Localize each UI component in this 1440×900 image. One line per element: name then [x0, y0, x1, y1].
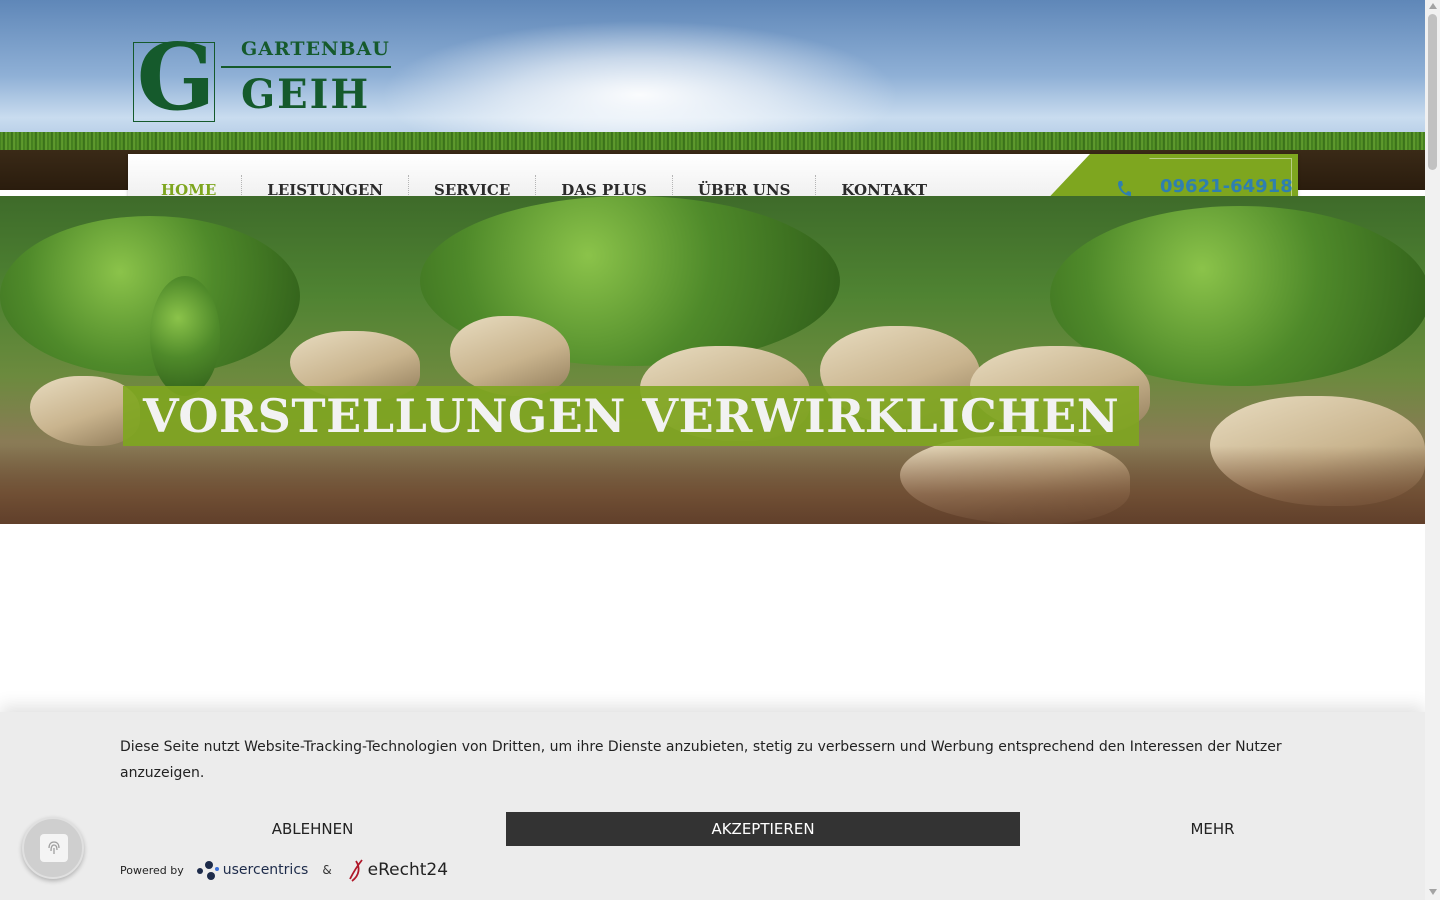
powered-by-label: Powered by	[120, 863, 184, 877]
hero-title: VORSTELLUNGEN VERWIRKLICHEN	[123, 386, 1140, 446]
privacy-settings-button[interactable]	[22, 817, 84, 879]
more-button[interactable]: MEHR	[1020, 812, 1405, 846]
scroll-thumb[interactable]	[1428, 14, 1437, 170]
logo-divider	[221, 66, 391, 68]
usercentrics-logo[interactable]: usercentrics	[196, 859, 309, 881]
logo-letter: G	[136, 23, 216, 131]
accept-button[interactable]: AKZEPTIEREN	[506, 812, 1020, 846]
erecht24-icon	[348, 859, 363, 882]
erecht24-wordmark: eRecht24	[367, 860, 449, 880]
hero-banner: VORSTELLUNGEN VERWIRKLICHEN	[0, 196, 1425, 524]
hero-image-bush	[0, 216, 300, 376]
usercentrics-wordmark: usercentrics	[222, 862, 309, 878]
ampersand: &	[322, 863, 332, 877]
page-scrollbar[interactable]	[1425, 0, 1440, 900]
erecht24-logo[interactable]: eRecht24	[346, 857, 448, 883]
cookie-banner-text: Diese Seite nutzt Website-Tracking-Techn…	[120, 739, 1282, 781]
usercentrics-icon	[196, 861, 219, 880]
scroll-down-icon[interactable]	[1429, 889, 1437, 895]
logo-text-top: GARTENBAU	[241, 38, 390, 60]
hero-image-rock	[450, 316, 570, 396]
cookie-banner: Diese Seite nutzt Website-Tracking-Techn…	[0, 712, 1425, 900]
phone-number-link[interactable]: 09621-64918	[1160, 176, 1293, 197]
logo-text-bottom: GEIH	[241, 71, 371, 118]
decline-button[interactable]: ABLEHNEN	[120, 812, 505, 846]
hero-image-mulch	[0, 446, 1425, 524]
hero-image-bush	[150, 276, 220, 396]
scroll-up-icon[interactable]	[1429, 3, 1437, 9]
site-logo[interactable]: G GARTENBAU GEIH	[133, 23, 395, 131]
powered-by: Powered by usercentrics & eRecht24	[120, 856, 448, 884]
fingerprint-icon	[40, 834, 68, 862]
